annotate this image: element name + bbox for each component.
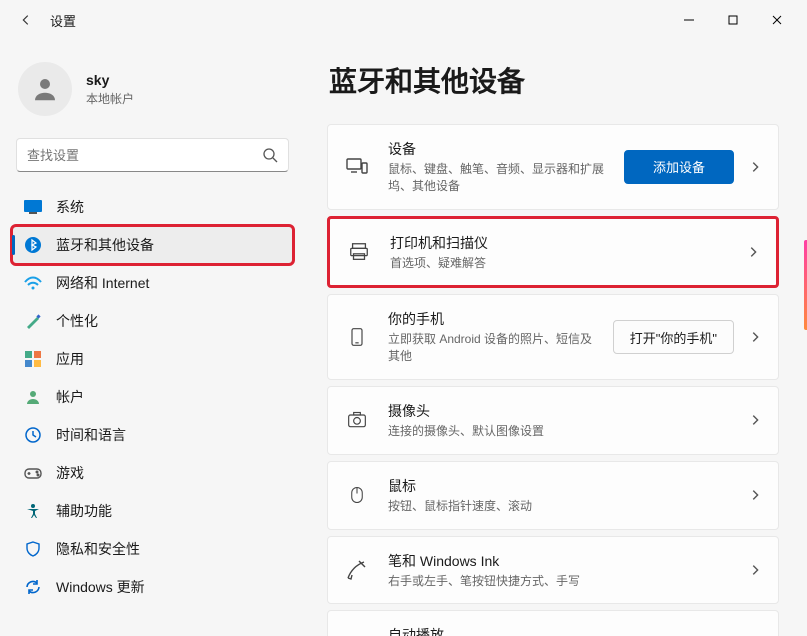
profile-name: sky (86, 72, 134, 88)
chevron-right-icon (748, 413, 762, 427)
privacy-icon (24, 540, 42, 558)
search-input[interactable] (27, 148, 262, 163)
sidebar-item-label: 帐户 (56, 387, 84, 407)
titlebar: 设置 (0, 0, 807, 40)
card-sub: 右手或左手、笔按钮快捷方式、手写 (388, 573, 730, 590)
sidebar-item-privacy[interactable]: 隐私和安全性 (12, 530, 293, 568)
sidebar-item-label: 蓝牙和其他设备 (56, 235, 154, 255)
card-title: 自动播放 (388, 625, 730, 636)
sidebar-item-label: 网络和 Internet (56, 273, 149, 293)
card-autoplay[interactable]: 自动播放 可移动驱动器和内存卡的默认设置 (327, 610, 779, 636)
devices-icon (344, 154, 370, 180)
chevron-right-icon (746, 245, 760, 259)
card-pen[interactable]: 笔和 Windows Ink 右手或左手、笔按钮快捷方式、手写 (327, 536, 779, 605)
add-device-button[interactable]: 添加设备 (624, 150, 734, 184)
profile-block[interactable]: sky 本地帐户 (12, 48, 293, 136)
nav-list: 系统蓝牙和其他设备网络和 Internet 个性化应用帐户时间和语言游戏辅助功能隐… (12, 188, 293, 606)
card-title: 你的手机 (388, 309, 595, 329)
sidebar: sky 本地帐户 系统蓝牙和其他设备网络和 Internet 个性化应用帐户时间和… (0, 40, 305, 636)
sidebar-item-gaming[interactable]: 游戏 (12, 454, 293, 492)
card-devices[interactable]: 设备 鼠标、键盘、触笔、音频、显示器和扩展坞、其他设备 添加设备 (327, 124, 779, 210)
sidebar-item-personalize[interactable]: 个性化 (12, 302, 293, 340)
sidebar-item-label: 隐私和安全性 (56, 539, 140, 559)
card-title: 设备 (388, 139, 606, 159)
search-box[interactable] (16, 138, 289, 172)
sidebar-item-accounts[interactable]: 帐户 (12, 378, 293, 416)
avatar (18, 62, 72, 116)
apps-icon (24, 350, 42, 368)
minimize-button[interactable] (667, 5, 711, 35)
sidebar-item-label: 个性化 (56, 311, 98, 331)
chevron-right-icon (748, 563, 762, 577)
card-sub: 按钮、鼠标指针速度、滚动 (388, 498, 730, 515)
search-icon (262, 147, 278, 163)
sidebar-item-update[interactable]: Windows 更新 (12, 568, 293, 606)
sidebar-item-time[interactable]: 时间和语言 (12, 416, 293, 454)
phone-icon (344, 324, 370, 350)
sidebar-item-system[interactable]: 系统 (12, 188, 293, 226)
time-icon (24, 426, 42, 444)
back-button[interactable] (8, 2, 44, 38)
window-title: 设置 (50, 11, 76, 30)
card-title: 摄像头 (388, 401, 730, 421)
card-sub: 连接的摄像头、默认图像设置 (388, 423, 730, 440)
card-camera[interactable]: 摄像头 连接的摄像头、默认图像设置 (327, 386, 779, 455)
sidebar-item-label: 辅助功能 (56, 501, 112, 521)
card-sub: 首选项、疑难解答 (390, 255, 728, 272)
card-printers[interactable]: 打印机和扫描仪 首选项、疑难解答 (327, 216, 779, 289)
sidebar-item-label: 应用 (56, 349, 84, 369)
close-button[interactable] (755, 5, 799, 35)
maximize-button[interactable] (711, 5, 755, 35)
chevron-right-icon (748, 488, 762, 502)
sidebar-item-label: Windows 更新 (56, 577, 145, 597)
sidebar-item-apps[interactable]: 应用 (12, 340, 293, 378)
system-icon (24, 198, 42, 216)
sidebar-item-bluetooth[interactable]: 蓝牙和其他设备 (12, 226, 293, 264)
sidebar-item-accessibility[interactable]: 辅助功能 (12, 492, 293, 530)
gaming-icon (24, 464, 42, 482)
camera-icon (344, 407, 370, 433)
printer-icon (346, 239, 372, 265)
profile-sub: 本地帐户 (86, 90, 134, 107)
card-phone[interactable]: 你的手机 立即获取 Android 设备的照片、短信及其他 打开"你的手机" (327, 294, 779, 380)
mouse-icon (344, 482, 370, 508)
chevron-right-icon (748, 160, 762, 174)
sidebar-item-network[interactable]: 网络和 Internet (12, 264, 293, 302)
sidebar-item-label: 游戏 (56, 463, 84, 483)
accessibility-icon (24, 502, 42, 520)
card-sub: 鼠标、键盘、触笔、音频、显示器和扩展坞、其他设备 (388, 161, 606, 195)
page-title: 蓝牙和其他设备 (329, 60, 779, 100)
card-mouse[interactable]: 鼠标 按钮、鼠标指针速度、滚动 (327, 461, 779, 530)
main-panel: 蓝牙和其他设备 设备 鼠标、键盘、触笔、音频、显示器和扩展坞、其他设备 添加设备… (305, 40, 807, 636)
card-sub: 立即获取 Android 设备的照片、短信及其他 (388, 331, 595, 365)
network-icon (24, 274, 42, 292)
card-title: 笔和 Windows Ink (388, 551, 730, 571)
personalize-icon (24, 312, 42, 330)
pen-icon (344, 557, 370, 583)
update-icon (24, 578, 42, 596)
card-title: 鼠标 (388, 476, 730, 496)
accounts-icon (24, 388, 42, 406)
sidebar-item-label: 系统 (56, 197, 84, 217)
autoplay-icon (344, 632, 370, 636)
sidebar-item-label: 时间和语言 (56, 425, 126, 445)
chevron-right-icon (748, 330, 762, 344)
open-phone-button[interactable]: 打开"你的手机" (613, 320, 734, 354)
bluetooth-icon (24, 236, 42, 254)
card-title: 打印机和扫描仪 (390, 233, 728, 253)
